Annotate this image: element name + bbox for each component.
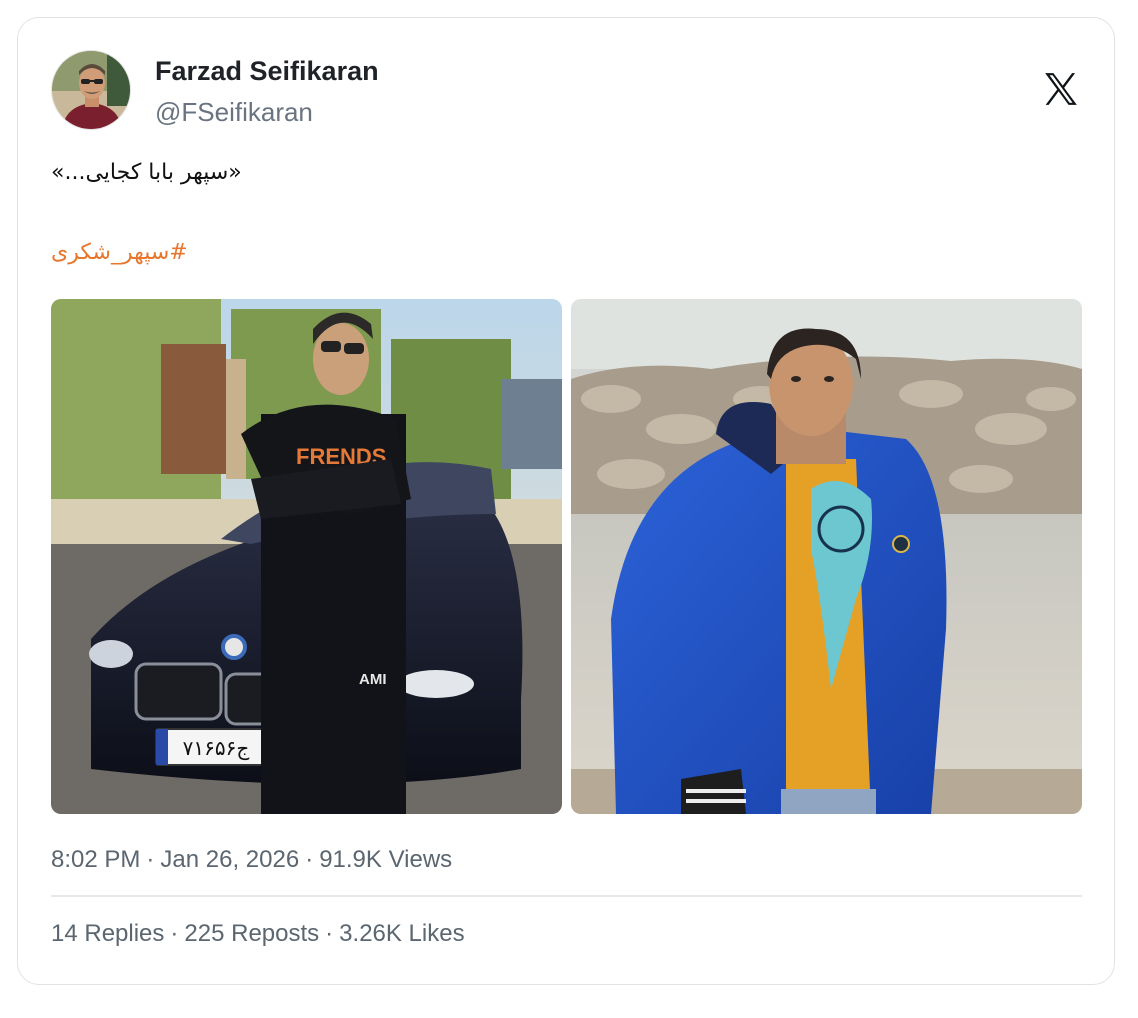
hashtag-link[interactable]: سپهر_شکری# (51, 240, 188, 265)
pants-brand: AMI (359, 671, 387, 688)
tweet-text: «...سپهر بابا کجایی» (51, 160, 242, 185)
author-name[interactable]: Farzad Seifikaran (155, 56, 379, 87)
author-handle[interactable]: @FSeifikaran (155, 97, 313, 128)
x-logo-icon[interactable] (1042, 70, 1080, 108)
separator-dot: · (146, 846, 155, 873)
tweet-meta: 8:02 PM · Jan 26, 2026 · 91.9K Views (51, 846, 452, 874)
author-avatar[interactable] (51, 50, 131, 130)
tweet-photo-portrait[interactable] (571, 299, 1082, 814)
avatar-image (52, 51, 130, 129)
replies-count[interactable]: 14 Replies (51, 920, 164, 947)
separator-dot: · (305, 846, 314, 873)
tweet-date[interactable]: Jan 26, 2026 (160, 846, 299, 873)
separator-dot: · (325, 920, 334, 947)
tweet-time[interactable]: 8:02 PM (51, 846, 140, 873)
license-plate: ۷۱ج۶۵۶ (183, 736, 250, 760)
likes-count[interactable]: 3.26K Likes (339, 920, 464, 947)
separator-dot: · (170, 920, 179, 947)
tweet-views: 91.9K Views (319, 846, 453, 873)
tweet-card[interactable]: Farzad Seifikaran @FSeifikaran «...سپهر … (17, 17, 1115, 985)
reposts-count[interactable]: 225 Reposts (184, 920, 319, 947)
divider (51, 895, 1082, 897)
tweet-stats: 14 Replies · 225 Reposts · 3.26K Likes (51, 920, 465, 948)
tweet-photo-car[interactable]: ۷۱ج۶۵۶ FRENDS AMI (51, 299, 562, 814)
